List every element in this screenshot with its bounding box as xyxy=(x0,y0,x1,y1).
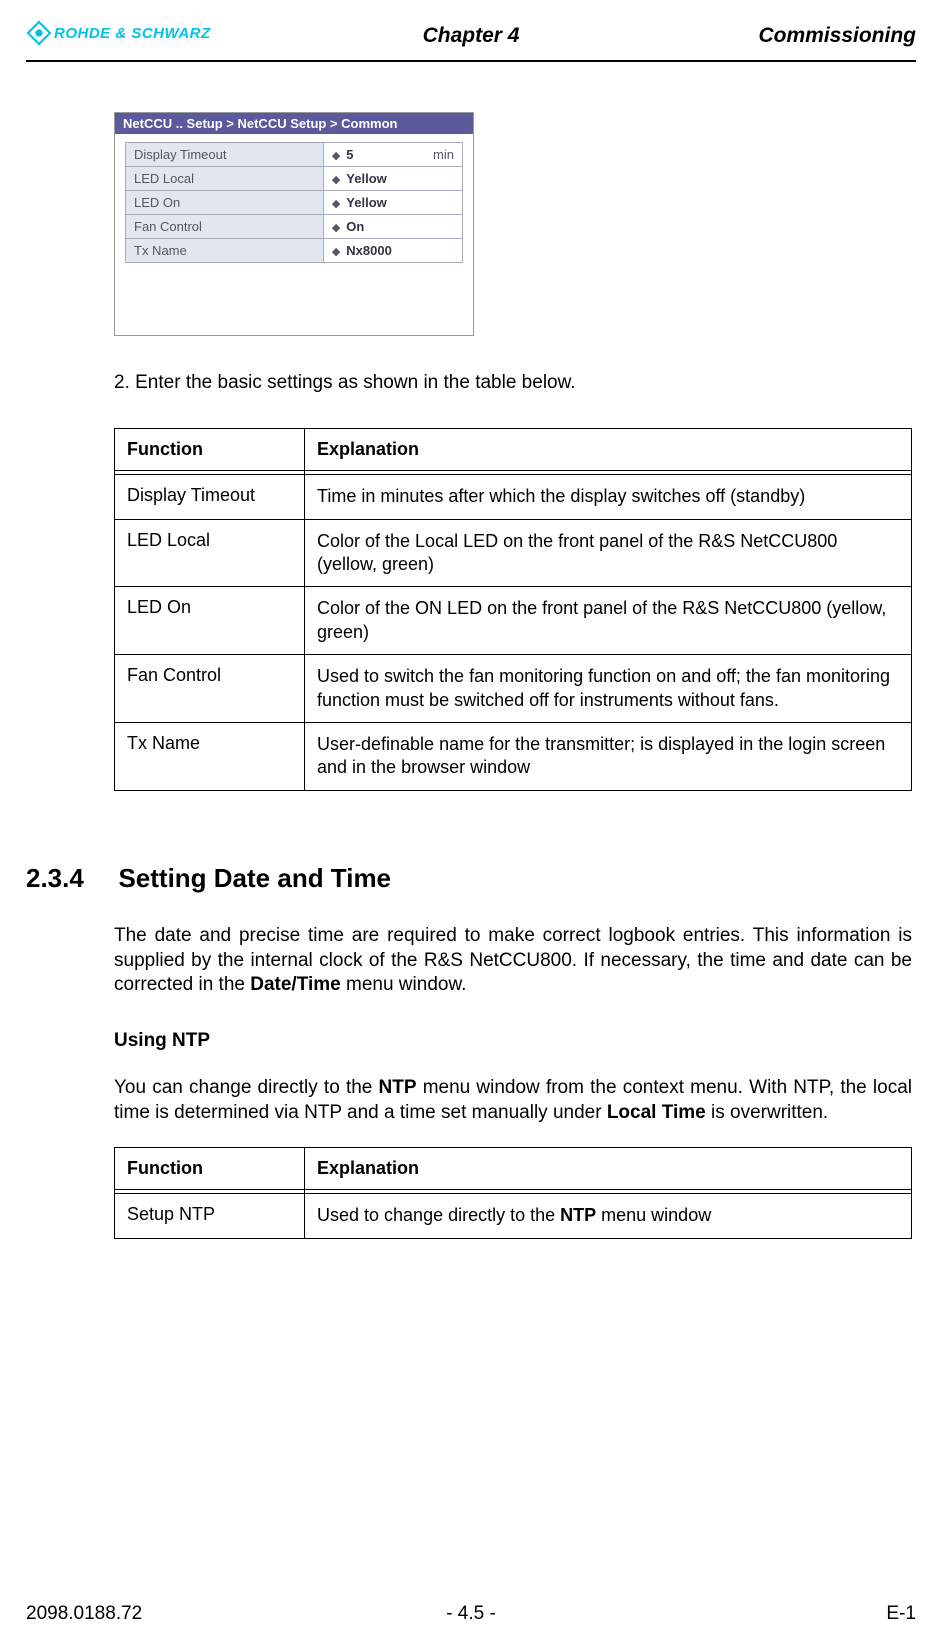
screenshot-value: ◆Yellow xyxy=(323,191,462,215)
function-table-1: Function Explanation Display Timeout Tim… xyxy=(114,428,912,791)
page-title: Commissioning xyxy=(758,24,916,48)
table-function: Fan Control xyxy=(115,655,305,723)
table-row: Display Timeout Time in minutes after wh… xyxy=(115,475,912,519)
spin-icon: ◆ xyxy=(332,149,340,162)
section-heading: 2.3.4 Setting Date and Time xyxy=(26,863,912,894)
table-explanation: User-definable name for the transmitter;… xyxy=(305,723,912,791)
table-row: Fan Control Used to switch the fan monit… xyxy=(115,655,912,723)
footer-rev: E-1 xyxy=(886,1603,916,1625)
table-header-explanation: Explanation xyxy=(305,429,912,471)
screenshot-label: Fan Control xyxy=(126,215,324,239)
screenshot-label: LED Local xyxy=(126,167,324,191)
screenshot-row: Fan Control ◆On xyxy=(126,215,463,239)
spin-icon: ◆ xyxy=(332,173,340,186)
table-function: Tx Name xyxy=(115,723,305,791)
setup-screenshot: NetCCU .. Setup > NetCCU Setup > Common … xyxy=(114,112,474,336)
page-header: ROHDE & SCHWARZ Chapter 4 Commissioning xyxy=(26,24,916,62)
footer-page: - 4.5 - xyxy=(446,1603,496,1625)
screenshot-row: LED Local ◆Yellow xyxy=(126,167,463,191)
table-explanation: Color of the ON LED on the front panel o… xyxy=(305,587,912,655)
table-function: LED On xyxy=(115,587,305,655)
table-row: LED On Color of the ON LED on the front … xyxy=(115,587,912,655)
spin-icon: ◆ xyxy=(332,197,340,210)
table-header-function: Function xyxy=(115,429,305,471)
screenshot-value: ◆5min xyxy=(323,143,462,167)
table-function: Setup NTP xyxy=(115,1194,305,1238)
section-paragraph: The date and precise time are required t… xyxy=(114,924,912,998)
spin-icon: ◆ xyxy=(332,221,340,234)
table-header-function: Function xyxy=(115,1148,305,1190)
screenshot-row: LED On ◆Yellow xyxy=(126,191,463,215)
screenshot-breadcrumb: NetCCU .. Setup > NetCCU Setup > Common xyxy=(115,113,473,134)
function-table-2: Function Explanation Setup NTP Used to c… xyxy=(114,1147,912,1238)
table-explanation: Used to change directly to the NTP menu … xyxy=(305,1194,912,1238)
screenshot-label: Display Timeout xyxy=(126,143,324,167)
screenshot-value: ◆Nx8000 xyxy=(323,239,462,263)
screenshot-table: Display Timeout ◆5min LED Local ◆Yellow … xyxy=(125,142,463,263)
section-title: Setting Date and Time xyxy=(118,863,391,893)
screenshot-value: ◆On xyxy=(323,215,462,239)
table-function: Display Timeout xyxy=(115,475,305,519)
table-header-explanation: Explanation xyxy=(305,1148,912,1190)
table-row: LED Local Color of the Local LED on the … xyxy=(115,519,912,587)
logo: ROHDE & SCHWARZ xyxy=(26,20,211,46)
table-row: Tx Name User-definable name for the tran… xyxy=(115,723,912,791)
table-explanation: Used to switch the fan monitoring functi… xyxy=(305,655,912,723)
ntp-paragraph: You can change directly to the NTP menu … xyxy=(114,1076,912,1125)
step-instruction: 2. Enter the basic settings as shown in … xyxy=(114,372,912,394)
logo-icon xyxy=(26,20,52,46)
spin-icon: ◆ xyxy=(332,245,340,258)
screenshot-label: Tx Name xyxy=(126,239,324,263)
logo-text: ROHDE & SCHWARZ xyxy=(54,25,211,42)
screenshot-row: Tx Name ◆Nx8000 xyxy=(126,239,463,263)
table-explanation: Color of the Local LED on the front pane… xyxy=(305,519,912,587)
table-function: LED Local xyxy=(115,519,305,587)
screenshot-row: Display Timeout ◆5min xyxy=(126,143,463,167)
subheading-ntp: Using NTP xyxy=(114,1030,912,1052)
screenshot-label: LED On xyxy=(126,191,324,215)
section-number: 2.3.4 xyxy=(26,863,114,894)
table-explanation: Time in minutes after which the display … xyxy=(305,475,912,519)
screenshot-value: ◆Yellow xyxy=(323,167,462,191)
footer-docnum: 2098.0188.72 xyxy=(26,1603,142,1625)
table-row: Setup NTP Used to change directly to the… xyxy=(115,1194,912,1238)
chapter-label: Chapter 4 xyxy=(423,24,520,48)
